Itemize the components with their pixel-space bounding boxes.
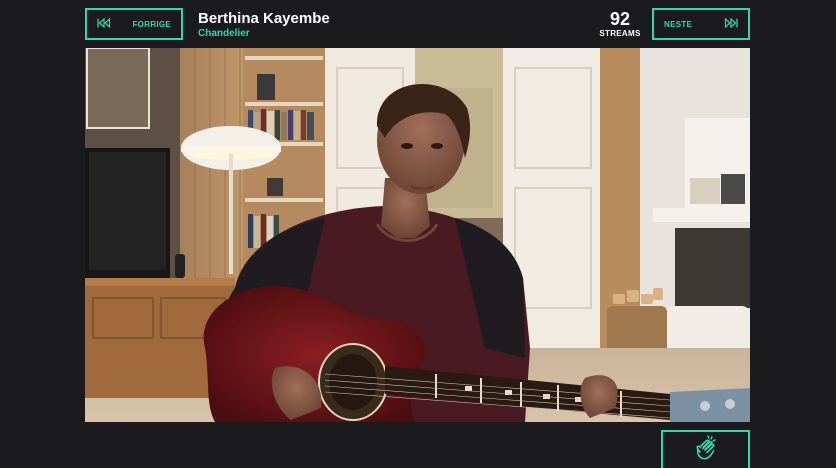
streams-count: 92	[609, 9, 631, 29]
clap-button[interactable]	[661, 430, 750, 468]
artist-name: Berthina Kayembe	[198, 10, 330, 27]
skip-forward-icon	[724, 17, 738, 30]
video-player[interactable]	[85, 48, 750, 422]
video-frame	[85, 48, 750, 422]
next-button[interactable]: NESTE	[652, 8, 750, 40]
previous-label: FORRIGE	[132, 19, 171, 29]
next-label: NESTE	[664, 19, 693, 29]
clapping-hands-icon	[694, 434, 718, 466]
top-bar: FORRIGE Berthina Kayembe Chandelier 92 S…	[0, 0, 836, 48]
streams-counter: 92 STREAMS	[596, 9, 644, 39]
skip-back-icon	[97, 17, 111, 30]
now-playing-info: Berthina Kayembe Chandelier	[198, 10, 330, 40]
streams-label: STREAMS	[599, 29, 641, 38]
song-title: Chandelier	[198, 28, 250, 39]
previous-button[interactable]: FORRIGE	[85, 8, 183, 40]
